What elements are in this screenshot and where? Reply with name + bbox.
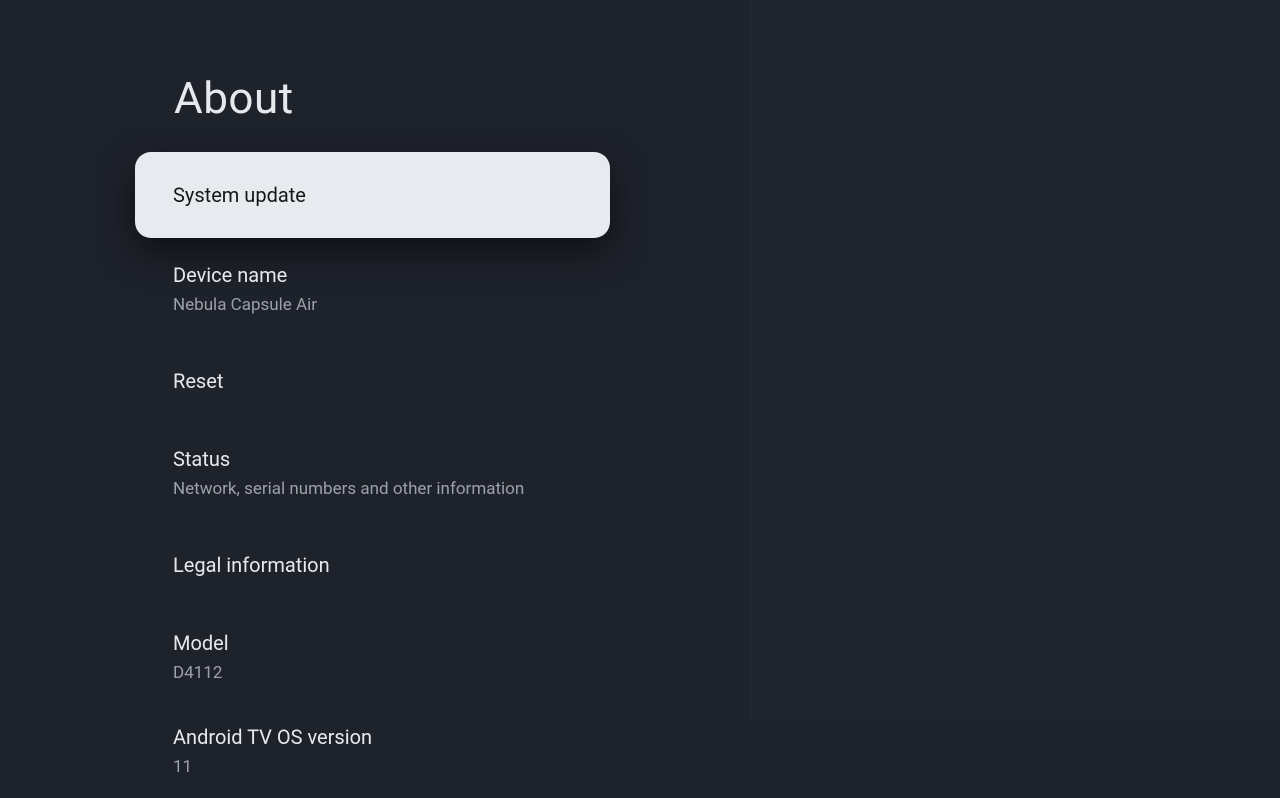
settings-panel: About System update Device name Nebula C…: [0, 0, 750, 720]
item-title: Status: [173, 446, 572, 472]
list-item-model[interactable]: Model D4112: [135, 610, 610, 704]
list-item-status[interactable]: Status Network, serial numbers and other…: [135, 426, 610, 520]
item-subtitle: Nebula Capsule Air: [173, 294, 572, 316]
item-title: Android TV OS version: [173, 724, 572, 750]
item-title: Legal information: [173, 552, 572, 578]
item-title: Reset: [173, 368, 572, 394]
item-title: System update: [173, 182, 572, 208]
list-item-legal-information[interactable]: Legal information: [135, 532, 610, 598]
item-subtitle: Network, serial numbers and other inform…: [173, 478, 572, 500]
item-subtitle: 11: [173, 756, 572, 778]
item-subtitle: D4112: [173, 662, 572, 684]
page-title: About: [0, 72, 750, 124]
list-item-device-name[interactable]: Device name Nebula Capsule Air: [135, 242, 610, 336]
detail-panel: [750, 0, 1280, 720]
list-item-system-update[interactable]: System update: [135, 152, 610, 238]
item-title: Model: [173, 630, 572, 656]
list-item-android-tv-os-version[interactable]: Android TV OS version 11: [135, 704, 610, 798]
list-item-reset[interactable]: Reset: [135, 348, 610, 414]
settings-list: System update Device name Nebula Capsule…: [0, 152, 750, 798]
item-title: Device name: [173, 262, 572, 288]
